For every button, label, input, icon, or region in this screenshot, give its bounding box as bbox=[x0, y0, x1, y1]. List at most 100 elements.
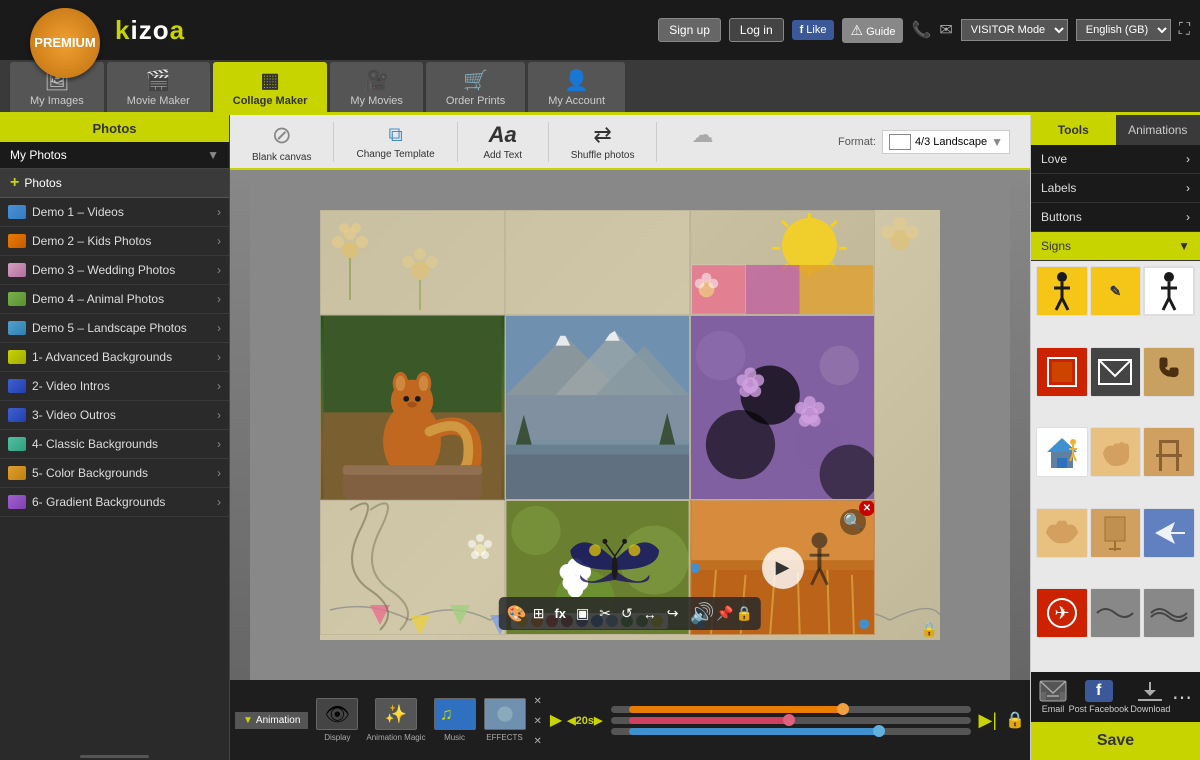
animation-toggle[interactable]: ▼ Animation bbox=[235, 712, 308, 729]
sign-phone[interactable] bbox=[1143, 347, 1195, 397]
play-pause-button[interactable]: ▶ bbox=[550, 710, 562, 730]
resize-lock-icon[interactable]: 🔒 bbox=[921, 621, 938, 638]
effects-thumb[interactable] bbox=[484, 698, 526, 730]
fullscreen-icon[interactable]: ⛶ bbox=[1179, 21, 1190, 39]
blank-canvas-button[interactable]: ⊘ Blank canvas bbox=[240, 117, 323, 167]
sign-airplane[interactable]: ✈ bbox=[1036, 588, 1088, 638]
anim-magic-thumb[interactable]: ✨ bbox=[375, 698, 417, 730]
x-btn-2[interactable]: ✕ bbox=[534, 716, 542, 727]
cell-r1c1[interactable] bbox=[320, 210, 505, 315]
visitor-mode-select[interactable]: VISITOR Mode bbox=[961, 19, 1068, 41]
arrange-icon[interactable]: ⊞ bbox=[529, 603, 549, 624]
x-btn-1[interactable]: ✕ bbox=[534, 696, 542, 707]
email-button[interactable]: Email bbox=[1039, 680, 1067, 714]
category-love[interactable]: Love › bbox=[1031, 145, 1200, 174]
signup-button[interactable]: Sign up bbox=[658, 18, 721, 42]
sign-chair[interactable] bbox=[1143, 427, 1195, 477]
change-template-button[interactable]: ⧉ Change Template bbox=[344, 120, 446, 164]
category-signs[interactable]: Signs ▼ bbox=[1031, 232, 1200, 261]
sign-mail[interactable] bbox=[1090, 347, 1142, 397]
facebook-button[interactable]: f Post Facebook bbox=[1069, 680, 1129, 714]
timeline-thumb-3[interactable] bbox=[873, 725, 885, 737]
sign-board[interactable] bbox=[1090, 508, 1142, 558]
sidebar-item-color-bg[interactable]: 5- Color Backgrounds › bbox=[0, 459, 229, 488]
crop-icon[interactable]: ✂ bbox=[595, 603, 615, 624]
timeline-thumb-1[interactable] bbox=[837, 703, 849, 715]
lock-edit-icon[interactable]: 🔒 bbox=[736, 605, 753, 622]
volume-icon[interactable]: 🔊 bbox=[689, 601, 714, 626]
right-strip bbox=[1010, 170, 1030, 680]
sign-arrow[interactable] bbox=[1143, 508, 1195, 558]
sidebar-item-demo5[interactable]: Demo 5 – Landscape Photos › bbox=[0, 314, 229, 343]
sidebar-item-adv-bg[interactable]: 1- Advanced Backgrounds › bbox=[0, 343, 229, 372]
sidebar-item-classic-bg[interactable]: 4- Classic Backgrounds › bbox=[0, 430, 229, 459]
pin-icon[interactable]: 📌 bbox=[716, 605, 733, 622]
guide-button[interactable]: ⚠ Guide bbox=[842, 18, 903, 43]
tab-my-account[interactable]: 👤 My Account bbox=[528, 62, 625, 112]
tab-tools[interactable]: Tools bbox=[1031, 115, 1116, 145]
timeline-bar-1[interactable] bbox=[629, 706, 845, 713]
category-labels[interactable]: Labels › bbox=[1031, 174, 1200, 203]
sign-box-red[interactable] bbox=[1036, 347, 1088, 397]
category-buttons[interactable]: Buttons › bbox=[1031, 203, 1200, 232]
close-cell-button[interactable]: ✕ bbox=[859, 500, 875, 516]
upload-button[interactable]: ☁ bbox=[667, 118, 737, 165]
sidebar-item-video-intro[interactable]: 2- Video Intros › bbox=[0, 372, 229, 401]
filter-icon[interactable]: 🎨 bbox=[507, 604, 527, 624]
cell-purple-flowers[interactable] bbox=[690, 315, 875, 500]
my-photos-dropdown[interactable]: My Photos ▼ bbox=[0, 142, 229, 169]
tab-movie-maker[interactable]: 🎬 Movie Maker bbox=[107, 62, 210, 112]
music-thumb[interactable]: ♫ bbox=[434, 698, 476, 730]
play-button[interactable]: ▶ bbox=[762, 547, 804, 589]
format-select[interactable]: 4/3 Landscape ▼ bbox=[882, 130, 1010, 154]
language-select[interactable]: English (GB) bbox=[1076, 19, 1171, 41]
add-photos-button[interactable]: + Photos bbox=[0, 169, 229, 198]
flip-icon[interactable]: ↔ bbox=[639, 604, 661, 624]
cell-mountains[interactable] bbox=[505, 315, 690, 500]
sidebar-item-demo4[interactable]: Demo 4 – Animal Photos › bbox=[0, 285, 229, 314]
tab-animations[interactable]: Animations bbox=[1116, 115, 1200, 145]
sidebar-item-demo1[interactable]: Demo 1 – Videos › bbox=[0, 198, 229, 227]
fx-button[interactable]: fx bbox=[550, 604, 570, 623]
frame-icon[interactable]: ▣ bbox=[572, 603, 593, 624]
shuffle-photos-button[interactable]: ⇄ Shuffle photos bbox=[559, 118, 647, 165]
sign-hands-1[interactable] bbox=[1090, 427, 1142, 477]
sidebar-item-video-outro[interactable]: 3- Video Outros › bbox=[0, 401, 229, 430]
tab-order-prints[interactable]: 🛒 Order Prints bbox=[426, 62, 525, 112]
tab-my-movies[interactable]: 🎥 My Movies bbox=[330, 62, 423, 112]
save-button[interactable]: Save bbox=[1031, 722, 1200, 760]
sign-pedestrian-white[interactable] bbox=[1143, 266, 1195, 316]
x-btn-3[interactable]: ✕ bbox=[534, 736, 542, 747]
mail-icon[interactable]: ✉ bbox=[939, 20, 952, 40]
sign-pedestrian-yellow[interactable] bbox=[1036, 266, 1088, 316]
collage-maker-icon: ▦ bbox=[261, 68, 280, 93]
fb-like-button[interactable]: fLike bbox=[792, 20, 835, 40]
cell-r1c2[interactable] bbox=[505, 210, 690, 315]
cell-r2c1[interactable] bbox=[320, 315, 505, 500]
more-options-button[interactable]: ⋯ bbox=[1172, 685, 1192, 710]
download-button[interactable]: Download bbox=[1130, 680, 1170, 714]
tab-collage-maker[interactable]: ▦ Collage Maker bbox=[213, 62, 328, 112]
timeline-bar-2[interactable] bbox=[629, 717, 791, 724]
bottom-animation-panel: ▼ Animation 👁 Display ✨ Animation Magic … bbox=[230, 680, 1030, 760]
share-icon[interactable]: ↪ bbox=[663, 603, 683, 624]
cell-r3c1[interactable] bbox=[320, 500, 505, 635]
sign-hands-2[interactable] bbox=[1036, 508, 1088, 558]
timeline-thumb-2[interactable] bbox=[783, 714, 795, 726]
cell-r1c3[interactable] bbox=[690, 210, 875, 315]
timeline-lock-icon[interactable]: 🔒 bbox=[1005, 710, 1025, 730]
sidebar-item-demo3[interactable]: Demo 3 – Wedding Photos › bbox=[0, 256, 229, 285]
sidebar-item-gradient-bg[interactable]: 6- Gradient Backgrounds › bbox=[0, 488, 229, 517]
sign-wave-1[interactable] bbox=[1090, 588, 1142, 638]
sign-house[interactable] bbox=[1036, 427, 1088, 477]
skip-end-button[interactable]: ▶| bbox=[979, 710, 998, 731]
sign-wave-2[interactable] bbox=[1143, 588, 1195, 638]
sidebar-item-demo2[interactable]: Demo 2 – Kids Photos › bbox=[0, 227, 229, 256]
phone-icon[interactable]: 📞 bbox=[911, 20, 931, 40]
add-text-button[interactable]: Aa Add Text bbox=[468, 118, 538, 165]
sign-writing-yellow[interactable]: ✎ bbox=[1090, 266, 1142, 316]
display-thumb[interactable]: 👁 bbox=[316, 698, 358, 730]
login-button[interactable]: Log in bbox=[729, 18, 784, 42]
timeline-bar-3[interactable] bbox=[629, 728, 881, 735]
rotate-icon[interactable]: ↺ bbox=[617, 603, 637, 624]
